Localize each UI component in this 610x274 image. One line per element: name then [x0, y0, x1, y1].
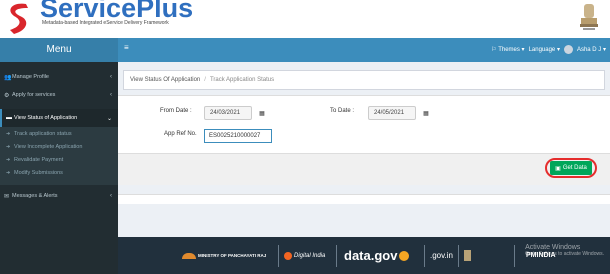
breadcrumb-parent[interactable]: View Status Of Application [130, 77, 200, 83]
watermark-title: Activate Windows [525, 244, 581, 251]
panchayati-emblem-icon [182, 252, 196, 259]
panchayati-raj-logo[interactable]: MINISTRY OF PANCHAYATI RAJ [182, 237, 266, 274]
get-data-label: Get Data [562, 165, 587, 171]
divider [458, 245, 459, 267]
digital-india-icon [284, 251, 292, 260]
national-emblem-icon [580, 4, 598, 30]
sidebar-subitem-revalidate[interactable]: ➜ Revalidate Payment [0, 153, 118, 166]
emblem-logo[interactable] [464, 237, 471, 274]
chevron-left-icon: ‹ [110, 74, 112, 80]
sidebar-subitem-label: Revalidate Payment [14, 156, 64, 163]
watermark-sub: Go to Settings to activate Windows. [525, 251, 604, 257]
divider [514, 245, 515, 267]
menu-header: Menu [0, 38, 118, 62]
chevron-left-icon: ‹ [110, 193, 112, 199]
digital-india-logo[interactable]: Digital India [284, 237, 325, 274]
users-icon: 👥 [4, 74, 12, 81]
sidebar-item-apply-services[interactable]: ⚙ Apply for services ‹ [0, 86, 118, 104]
breadcrumb-current: Track Application Status [209, 77, 275, 83]
list-icon: ▬ [6, 115, 12, 121]
breadcrumb-area: View Status Of Application / Track Appli… [118, 62, 610, 92]
breadcrumb-separator: / [204, 77, 206, 83]
india-gov-label: .gov.in [430, 251, 453, 260]
datagov-logo[interactable]: data.gov [344, 237, 410, 274]
divider [336, 245, 337, 267]
arrow-circle-icon: ➜ [6, 143, 11, 150]
calendar-icon[interactable]: ▦ [256, 106, 268, 120]
chevron-left-icon: ‹ [110, 92, 112, 98]
results-box [118, 194, 610, 204]
divider [278, 245, 279, 267]
chevron-down-icon: ⌄ [106, 115, 112, 122]
sidebar-item-messages[interactable]: ✉ Messages & Alerts ‹ [0, 187, 118, 205]
sidebar: 👥 Manage Profile ‹ ⚙ Apply for services … [0, 62, 118, 274]
datagov-label: data.gov [344, 248, 398, 263]
top-navbar: ≡ ⚐ Themes ▾ Language ▾ Asha D J ▾ [118, 38, 610, 62]
sidebar-item-label: Apply for services [12, 92, 56, 98]
avatar[interactable] [563, 45, 573, 54]
gears-icon: ⚙ [4, 92, 10, 99]
breadcrumb: View Status Of Application / Track Appli… [123, 70, 605, 90]
emblem-icon [464, 250, 471, 261]
sidebar-subitem-label: Track application status [14, 130, 72, 137]
app-ref-label: App Ref No. [164, 131, 197, 137]
sidebar-subitem-label: View Incomplete Application [14, 143, 83, 150]
envelope-icon: ✉ [4, 193, 10, 200]
datagov-badge-icon [399, 250, 410, 261]
language-label: Language [528, 47, 556, 53]
from-date-label: From Date : [160, 108, 192, 114]
brand-bar: ServicePlus Metadata-based Integrated eS… [0, 0, 610, 38]
user-menu[interactable]: Asha D J ▾ [577, 46, 606, 53]
sidebar-subitem-track[interactable]: ➜ Track application status [0, 127, 118, 140]
hamburger-icon[interactable]: ≡ [124, 43, 129, 52]
sidebar-item-view-status[interactable]: ▬ View Status of Application ⌄ [0, 109, 118, 127]
get-data-button[interactable]: ▣ Get Data [550, 161, 592, 175]
save-icon: ▣ [555, 165, 561, 172]
activate-windows-watermark: Activate Windows Go to Settings to activ… [525, 244, 604, 257]
language-menu[interactable]: Language ▾ [529, 46, 560, 53]
panchayati-label: MINISTRY OF PANCHAYATI RAJ [198, 253, 267, 258]
panel-footer: ▣ Get Data [118, 153, 610, 185]
sidebar-item-label: View Status of Application [14, 115, 78, 121]
sidebar-submenu: ➜ Track application status ➜ View Incomp… [0, 127, 118, 185]
sidebar-subitem-incomplete[interactable]: ➜ View Incomplete Application [0, 140, 118, 153]
brand-tagline: Metadata-based Integrated eService Deliv… [42, 20, 169, 26]
sidebar-item-label: Manage Profile [12, 74, 49, 80]
calendar-icon[interactable]: ▦ [420, 106, 432, 120]
sidebar-item-manage-profile[interactable]: 👥 Manage Profile ‹ [0, 68, 118, 86]
divider [424, 245, 425, 267]
india-gov-logo[interactable]: .gov.in [430, 237, 453, 274]
sidebar-item-label: Messages & Alerts [12, 193, 58, 199]
to-date-field[interactable]: 24/05/2021 [368, 106, 416, 120]
navbar-right: ⚐ Themes ▾ Language ▾ Asha D J ▾ [491, 45, 606, 54]
arrow-circle-icon: ➜ [6, 130, 11, 137]
user-name: Asha D J [576, 47, 602, 53]
serviceplus-logo-icon [10, 3, 28, 34]
app-ref-input[interactable]: ES0025210000027 [204, 129, 272, 143]
sidebar-subitem-label: Modify Submissions [14, 169, 63, 176]
themes-label: Themes [498, 47, 520, 53]
from-date-field[interactable]: 24/03/2021 [204, 106, 252, 120]
themes-menu[interactable]: ⚐ Themes ▾ [491, 46, 524, 53]
arrow-circle-icon: ➜ [6, 169, 11, 176]
arrow-circle-icon: ➜ [6, 156, 11, 163]
to-date-label: To Date : [330, 108, 355, 114]
sidebar-subitem-modify[interactable]: ➜ Modify Submissions [0, 166, 118, 179]
digital-india-label: Digital India [294, 252, 326, 259]
